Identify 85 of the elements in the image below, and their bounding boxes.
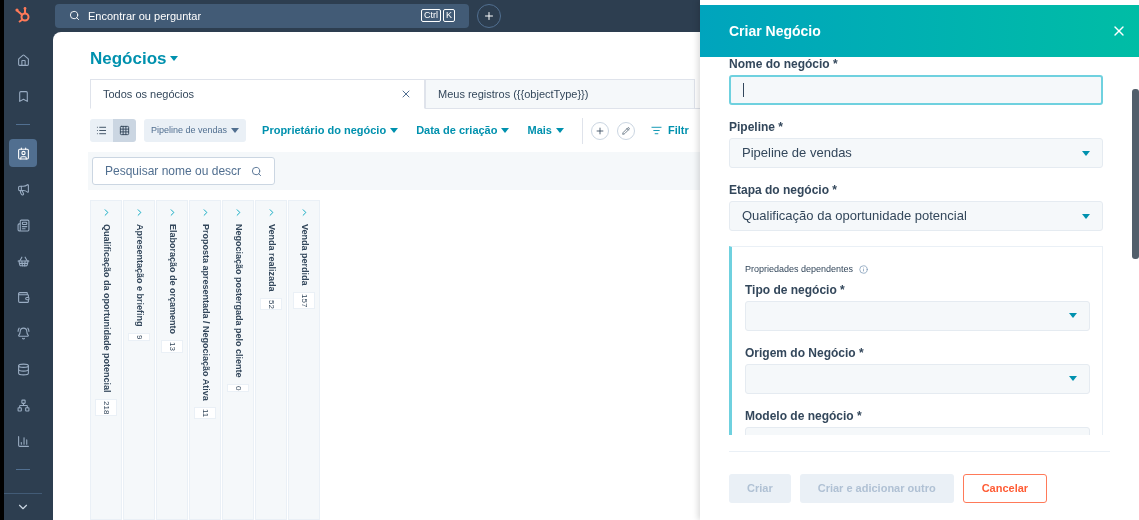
stage-count: 11 <box>194 406 216 420</box>
wallet-icon <box>16 290 30 304</box>
stage-count: 52 <box>260 297 282 311</box>
field-label: Nome do negócio * <box>729 57 839 71</box>
filters-button[interactable]: Filtr <box>650 122 689 139</box>
caret-icon <box>1069 313 1077 318</box>
select-field[interactable] <box>745 300 1090 331</box>
stage-count: 13 <box>161 340 183 353</box>
stage-column[interactable]: Negociação postergada pelo cliente 0 <box>222 200 254 520</box>
stage-name: Proposta apresentada / Negociação Ativa <box>199 224 212 401</box>
stage-count: 9 <box>128 332 150 341</box>
view-tab[interactable]: Todos os negócios <box>90 79 425 109</box>
select-value: Qualificação da oportunidade potencial <box>742 207 967 226</box>
stage-name: Qualificação da oportunidade potencial <box>100 224 113 393</box>
field-label: Tipo de negócio * <box>745 282 846 297</box>
select-value: Pipeline de vendas <box>742 144 852 163</box>
shortcut-key: K <box>443 9 455 23</box>
filter-icon <box>650 125 662 136</box>
stage-column[interactable]: Venda perdida 157 <box>288 200 320 520</box>
caret-icon <box>1069 376 1077 381</box>
megaphone-icon <box>16 182 30 196</box>
info-icon[interactable] <box>859 265 869 275</box>
close-icon[interactable] <box>400 88 412 100</box>
select-field[interactable] <box>745 363 1090 394</box>
stage-count: 218 <box>95 398 117 416</box>
select-field[interactable]: Qualificação da oportunidade potencial <box>729 201 1103 231</box>
contacts-icon <box>16 146 30 160</box>
select-field[interactable]: Pipeline de vendas <box>729 138 1103 168</box>
text-cursor <box>743 83 744 97</box>
panel-title: Criar Negócio <box>729 21 821 41</box>
section-title: Propriedades dependentes <box>745 263 854 276</box>
input-field[interactable] <box>729 75 1103 105</box>
caret-icon <box>1082 213 1090 219</box>
basket-icon <box>16 254 30 268</box>
board-search-field[interactable]: Pesquisar nome ou descr <box>92 157 275 185</box>
nav-button[interactable] <box>9 139 37 167</box>
stage-name: Elaboração de orçamento <box>166 224 179 335</box>
stage-column[interactable]: Apresentação e briefing 9 <box>123 200 155 520</box>
stage-count: 157 <box>293 291 315 309</box>
bell-icon <box>16 326 30 340</box>
field-label: Etapa do negócio * <box>729 183 838 197</box>
stage-count: 0 <box>227 383 249 392</box>
pipeline-select[interactable]: Pipeline de vendas <box>144 119 247 142</box>
stage-column[interactable]: Proposta apresentada / Negociação Ativa 11 <box>189 200 221 520</box>
caret-icon <box>501 128 510 133</box>
database-icon <box>16 362 30 376</box>
stage-name: Venda realizada <box>265 224 278 292</box>
plus-icon <box>483 9 495 22</box>
logo-icon[interactable] <box>14 6 32 24</box>
stage-column[interactable]: Elaboração de orçamento 13 <box>156 200 188 520</box>
field-label: Modelo de negócio * <box>745 408 863 423</box>
network-icon <box>16 398 30 412</box>
caret-icon <box>555 128 564 133</box>
field-label: Origem do Negócio * <box>745 345 865 360</box>
pencil-icon <box>621 126 630 135</box>
stage-name: Apresentação e briefing <box>133 224 146 327</box>
global-search-field[interactable]: Encontrar ou perguntar Ctrl K <box>55 3 469 28</box>
bookmark-icon <box>16 89 30 103</box>
stage-column[interactable]: Venda realizada 52 <box>255 200 287 520</box>
filter-dropdown[interactable]: Mais <box>527 122 564 139</box>
newspaper-icon <box>16 218 30 232</box>
filter-dropdown[interactable]: Proprietário do negócio <box>262 122 399 139</box>
search-placeholder: Encontrar ou perguntar <box>88 8 203 24</box>
caret-icon <box>231 128 240 133</box>
search-icon <box>251 165 262 177</box>
search-icon <box>69 10 80 22</box>
caret-icon <box>390 128 399 133</box>
page-title[interactable]: Negócios <box>90 45 167 71</box>
board-view-button[interactable] <box>113 119 136 142</box>
list-view-button[interactable] <box>90 119 113 142</box>
caret-icon <box>169 55 178 61</box>
stage-column[interactable]: Qualificação da oportunidade potencial 218 <box>90 200 122 520</box>
stage-name: Venda perdida <box>298 224 311 286</box>
chart-icon <box>16 434 30 448</box>
view-tab[interactable]: Meus registros ({{objectType}}) <box>425 79 695 109</box>
caret-icon <box>1082 150 1090 156</box>
grid-icon <box>119 125 130 136</box>
list-icon <box>96 125 107 136</box>
plus-icon <box>594 125 605 136</box>
field-label: Pipeline * <box>729 120 785 134</box>
scrollbar[interactable] <box>1132 89 1139 259</box>
stage-name: Negociação postergada pelo cliente <box>232 224 245 378</box>
shortcut-key: Ctrl <box>421 9 441 23</box>
filter-dropdown[interactable]: Data de criação <box>416 122 510 139</box>
home-icon <box>16 53 30 67</box>
